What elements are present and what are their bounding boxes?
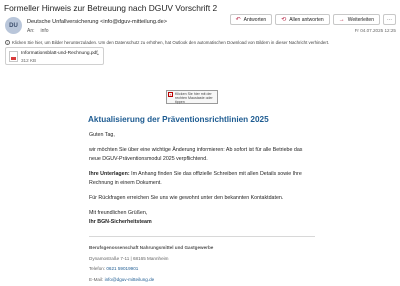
phone-link[interactable]: 0621 59019901: [106, 266, 138, 271]
sender-avatar[interactable]: DU: [5, 17, 22, 34]
forward-icon: →: [338, 16, 345, 23]
signature-org: Berufsgenossenschaft Nahrungsmittel und …: [89, 245, 214, 250]
phone-label: Telefon:: [89, 266, 107, 272]
reply-all-icon: ⟲: [281, 16, 287, 23]
info-icon: i: [5, 40, 10, 45]
attachment-name: Informationsblatt-und-Rechnung.pdf: [21, 51, 98, 56]
image-download-infobar[interactable]: i Klicken Sie hier, um Bilder herunterzu…: [5, 40, 329, 45]
paragraph-2: Ihre Unterlagen: Im Anhang finden Sie da…: [89, 170, 314, 187]
to-label: An:: [27, 28, 35, 34]
email-label: E-Mail:: [89, 276, 105, 282]
message-header: DU Deutsche Unfallversicherung <info@dgu…: [0, 14, 400, 40]
closing: Mit freundlichen Grüßen,: [89, 210, 148, 217]
paragraph-3: Für Rückfragen erreichen Sie uns wie gew…: [89, 195, 284, 202]
reply-all-label: Allen antworten: [289, 16, 324, 23]
to-value[interactable]: info: [41, 28, 49, 34]
email-text: Guten Tag, wir möchten Sie über eine wic…: [89, 131, 314, 226]
recipient-row: An: info: [27, 28, 55, 34]
signature-divider: [89, 236, 315, 237]
signature-email-row: E-Mail: info@dguv-mitteilung.de: [89, 275, 213, 286]
broken-image-icon: ×: [168, 92, 173, 97]
attachment-card[interactable]: Informationsblatt-und-Rechnung.pdf 312 K…: [5, 47, 104, 65]
reply-icon: ↶: [235, 16, 241, 23]
paragraph-1: wir möchten Sie über eine wichtige Änder…: [89, 147, 303, 162]
paragraph-2-lead: Ihre Unterlagen:: [89, 171, 130, 178]
attachment-size: 312 KB: [21, 58, 37, 63]
more-icon: ⋯: [387, 16, 392, 23]
reply-button[interactable]: ↶ Antworten: [229, 14, 273, 25]
placeholder-text: Klicken Sie hier mit der rechten Maustas…: [175, 92, 213, 105]
message-actions: ↶ Antworten ⟲ Allen antworten → Weiterle…: [229, 14, 396, 25]
reply-label: Antworten: [243, 16, 267, 23]
email-link[interactable]: info@dguv-mitteilung.de: [105, 277, 155, 282]
greeting: Guten Tag,: [89, 132, 115, 138]
signature-phone-row: Telefon: 0621 59019901: [89, 264, 213, 275]
pdf-file-icon: [9, 51, 18, 62]
reply-all-button[interactable]: ⟲ Allen antworten: [275, 14, 330, 25]
blocked-image-placeholder[interactable]: × Klicken Sie hier mit der rechten Maust…: [166, 90, 218, 104]
signature: Berufsgenossenschaft Nahrungsmittel und …: [89, 243, 213, 285]
signature-address: Dynamostraße 7-11 | 68165 Mannheim: [89, 255, 169, 261]
team-name-text: Ihr BGN-Sicherheitsteam: [89, 218, 152, 225]
forward-label: Weiterleiten: [347, 16, 374, 23]
email-subject: Formeller Hinweis zur Betreuung nach DGU…: [4, 3, 218, 13]
attachment-menu-chevron-icon[interactable]: ⌄: [96, 51, 100, 57]
more-actions-button[interactable]: ⋯: [383, 14, 396, 25]
infobar-text: Klicken Sie hier, um Bilder herunterzula…: [12, 40, 330, 45]
message-date: Fr 04.07.2025 12:25: [354, 28, 396, 33]
email-heading: Aktualisierung der Präventionsrichtlinie…: [88, 115, 269, 124]
sender-address[interactable]: Deutsche Unfallversicherung <info@dguv-m…: [27, 19, 167, 25]
team-name: Ihr BGN-Sicherheitsteam: [89, 218, 314, 226]
forward-button[interactable]: → Weiterleiten: [332, 14, 380, 25]
